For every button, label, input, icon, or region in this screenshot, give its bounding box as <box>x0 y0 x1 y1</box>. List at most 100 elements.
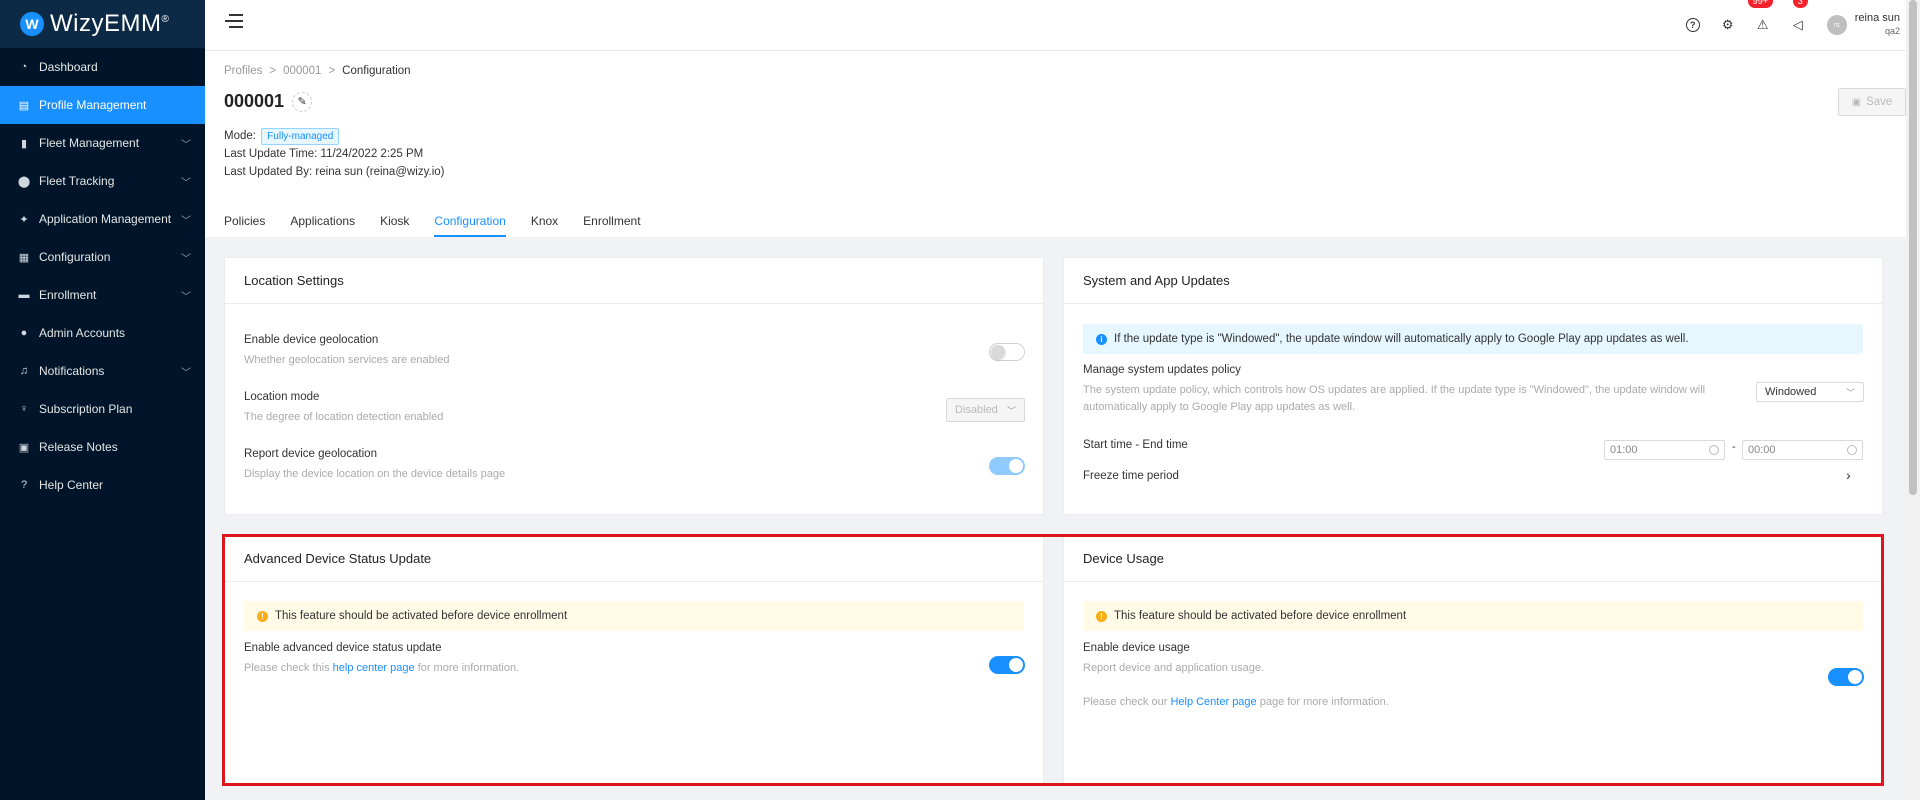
sidebar-item-label: Enrollment <box>39 288 97 302</box>
sidebar-item-notifications[interactable]: ♫ Notifications ﹀ <box>0 352 205 390</box>
breadcrumb-separator: > <box>269 65 277 77</box>
sidebar-item-label: Release Notes <box>39 440 118 454</box>
enrollment-warning-alert: ! This feature should be activated before… <box>1083 601 1863 631</box>
start-time-input[interactable]: 01:00 <box>1604 440 1725 460</box>
save-button[interactable]: ▣ Save <box>1838 88 1906 116</box>
breadcrumb: Profiles >000001 > Configuration <box>224 65 411 77</box>
tab-enrollment[interactable]: Enrollment <box>583 214 640 237</box>
sidebar-item-admin-accounts[interactable]: ● Admin Accounts <box>0 314 205 352</box>
gear-icon[interactable]: ⚙ <box>1717 14 1739 36</box>
megaphone-icon[interactable]: ◁ 3 <box>1787 0 1809 36</box>
user-org: qa2 <box>1884 26 1900 36</box>
warning-icon: ! <box>257 610 268 622</box>
top-header: ? ⚙ ⚠ 99+ ◁ 3 rs reina sun qa2 <box>205 0 1906 51</box>
sidebar-item-label: Admin Accounts <box>39 326 126 340</box>
location-pin-icon: ⬤ <box>17 175 31 188</box>
sidebar-item-profile-management[interactable]: ▤ Profile Management <box>0 86 205 124</box>
breadcrumb-profile-id[interactable]: 000001 <box>283 65 321 77</box>
mode-label: Mode: <box>224 130 256 142</box>
location-mode-select[interactable]: Disabled ﹀ <box>946 398 1025 422</box>
chevron-down-icon: ﹀ <box>181 177 191 189</box>
sidebar-item-enrollment[interactable]: ▬ Enrollment ﹀ <box>0 276 205 314</box>
sidebar-item-configuration[interactable]: ▦ Configuration ﹀ <box>0 238 205 276</box>
geolocation-toggle[interactable] <box>989 343 1025 361</box>
clock-icon <box>1709 445 1719 455</box>
breadcrumb-profiles[interactable]: Profiles <box>224 65 262 77</box>
registered-mark: ® <box>161 14 170 25</box>
chevron-right-icon[interactable]: › <box>1846 467 1851 483</box>
chevron-down-icon: ﹀ <box>181 139 191 151</box>
scrollbar-thumb[interactable] <box>1909 0 1917 495</box>
profile-meta: Mode: Fully-managed Last Update Time: 11… <box>224 127 444 181</box>
page-header: Profiles >000001 > Configuration 000001 ✎ M… <box>205 51 1906 237</box>
mode-tag: Fully-managed <box>261 128 340 145</box>
tab-kiosk[interactable]: Kiosk <box>380 214 409 237</box>
help-center-link[interactable]: Help Center page <box>1170 696 1256 708</box>
help-center-link[interactable]: help center page <box>333 662 415 674</box>
card-title: System and App Updates <box>1064 258 1882 304</box>
chevron-down-icon: ﹀ <box>181 367 191 379</box>
sidebar-item-label: Notifications <box>39 364 105 378</box>
tab-configuration[interactable]: Configuration <box>434 214 507 237</box>
tab-policies[interactable]: Policies <box>224 214 265 237</box>
sidebar-item-help-center[interactable]: ? Help Center <box>0 466 205 504</box>
sidebar-item-release-notes[interactable]: ▣ Release Notes <box>0 428 205 466</box>
sidebar-item-label: Fleet Tracking <box>39 174 115 188</box>
menu-collapse-icon[interactable] <box>225 14 245 32</box>
update-policy-select[interactable]: Windowed ﹀ <box>1756 382 1864 402</box>
freeze-period-title[interactable]: Freeze time period <box>1083 470 1179 482</box>
alerts-icon[interactable]: ⚠ 99+ <box>1747 0 1774 36</box>
enrollment-warning-alert: ! This feature should be activated before… <box>244 601 1024 631</box>
brand-logo[interactable]: W WizyEMM® <box>0 0 205 48</box>
save-icon: ▣ <box>1851 96 1862 108</box>
update-info-alert: i If the update type is "Windowed", the u… <box>1083 324 1863 354</box>
sidebar-item-label: Configuration <box>39 250 111 264</box>
advanced-status-toggle[interactable] <box>989 656 1025 674</box>
location-mode-title: Location mode <box>244 391 320 403</box>
avatar[interactable]: rs <box>1826 15 1847 35</box>
alerts-badge: 99+ <box>1747 0 1774 8</box>
sidebar-item-label: Help Center <box>39 478 104 492</box>
user-menu[interactable]: reina sun qa2 <box>1855 12 1900 38</box>
sidebar-item-fleet-tracking[interactable]: ⬤ Fleet Tracking ﹀ <box>0 162 205 200</box>
sidebar: W WizyEMM® ◔ Dashboard ▤ Profile Management… <box>0 0 205 800</box>
sidebar-item-dashboard[interactable]: ◔ Dashboard <box>0 48 205 86</box>
card-title: Location Settings <box>225 258 1043 304</box>
usage-note-prefix: Please check our <box>1083 696 1171 708</box>
usage-note-suffix: page for more information. <box>1256 696 1389 708</box>
location-settings-card: Location Settings Enable device geolocat… <box>224 257 1044 515</box>
breadcrumb-current: Configuration <box>342 65 411 77</box>
info-icon: i <box>1096 333 1107 345</box>
report-geolocation-toggle[interactable] <box>989 457 1025 475</box>
device-icon: ▮ <box>20 137 28 150</box>
end-time-input[interactable]: 00:00 <box>1742 440 1863 460</box>
page-scrollbar[interactable] <box>1906 0 1920 800</box>
system-updates-card: System and App Updates i If the update ty… <box>1063 257 1883 515</box>
help-icon[interactable]: ? <box>1682 14 1704 36</box>
sidebar-item-application-management[interactable]: ✦ Application Management ﹀ <box>0 200 205 238</box>
report-geolocation-title: Report device geolocation <box>244 448 377 460</box>
configuration-icon: ▦ <box>18 251 30 264</box>
edit-pencil-icon[interactable]: ✎ <box>292 91 313 112</box>
sidebar-item-fleet-management[interactable]: ▮ Fleet Management ﹀ <box>0 124 205 162</box>
geolocation-desc: Whether geolocation services are enabled <box>244 354 450 366</box>
device-usage-title: Enable device usage <box>1083 642 1190 654</box>
device-usage-desc: Report device and application usage. <box>1083 662 1265 674</box>
chevron-down-icon: ﹀ <box>181 253 191 265</box>
advanced-desc-prefix: Please check this <box>244 662 333 674</box>
sidebar-item-subscription-plan[interactable]: ♀ Subscription Plan <box>0 390 205 428</box>
card-title: Advanced Device Status Update <box>225 536 1043 582</box>
device-usage-toggle[interactable] <box>1828 668 1864 686</box>
tab-applications[interactable]: Applications <box>290 214 355 237</box>
dashboard-icon: ◔ <box>20 61 28 73</box>
admin-icon: ● <box>20 327 28 339</box>
report-geolocation-desc: Display the device location on the devic… <box>244 468 506 480</box>
update-policy-title: Manage system updates policy <box>1083 364 1241 376</box>
profile-icon: ▤ <box>18 99 30 112</box>
time-range-title: Start time - End time <box>1083 439 1188 451</box>
tab-knox[interactable]: Knox <box>531 214 558 237</box>
sidebar-item-label: Subscription Plan <box>39 402 133 416</box>
clock-icon <box>1847 445 1857 455</box>
logo-mark-icon: W <box>20 12 44 36</box>
time-range-separator: - <box>1732 441 1736 453</box>
